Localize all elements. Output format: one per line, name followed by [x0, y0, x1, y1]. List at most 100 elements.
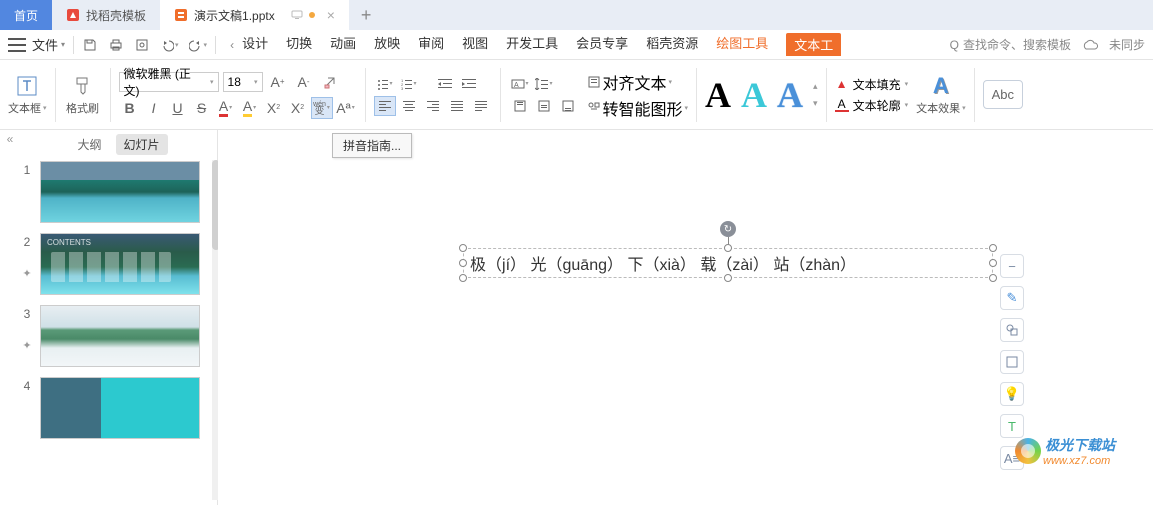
- valign-top-button[interactable]: [509, 96, 531, 116]
- tab-member[interactable]: 会员专享: [576, 33, 628, 56]
- side-tab-slides[interactable]: 幻灯片: [116, 134, 168, 155]
- superscript-button[interactable]: X2: [263, 97, 285, 119]
- tab-drawing-tools[interactable]: 绘图工具: [716, 33, 768, 56]
- slide-number: 3: [24, 307, 31, 321]
- resize-handle-bm[interactable]: [724, 274, 732, 282]
- align-right-button[interactable]: [422, 96, 444, 116]
- collapse-tool-icon[interactable]: −: [1000, 254, 1024, 278]
- font-name-select[interactable]: 微软雅黑 (正文)▾: [119, 72, 219, 92]
- tab-developer[interactable]: 开发工具: [506, 33, 558, 56]
- frame-tool-icon[interactable]: [1000, 350, 1024, 374]
- undo-button[interactable]: ▾: [160, 38, 179, 52]
- side-tab-outline[interactable]: 大纲: [69, 134, 109, 155]
- text-effect-button[interactable]: A 文本效果▾: [916, 74, 966, 116]
- increase-indent-button[interactable]: [458, 74, 480, 94]
- tab-animation[interactable]: 动画: [330, 33, 356, 56]
- subscript-button[interactable]: X2: [287, 97, 309, 119]
- tab-close-icon[interactable]: ×: [327, 7, 335, 23]
- tab-home[interactable]: 首页: [0, 0, 52, 30]
- font-name-value: 微软雅黑 (正文): [124, 65, 206, 99]
- align-distribute-button[interactable]: [470, 96, 492, 116]
- font-size-value: 18: [228, 75, 241, 89]
- align-text-button[interactable]: 对齐文本 ▾: [587, 70, 689, 94]
- cloud-sync-icon[interactable]: [1081, 38, 1099, 52]
- tab-transition[interactable]: 切换: [286, 33, 312, 56]
- redo-button[interactable]: ▾: [189, 38, 208, 52]
- slide-thumbnail-1[interactable]: [40, 161, 200, 223]
- resize-handle-tr[interactable]: [989, 244, 997, 252]
- italic-button[interactable]: I: [143, 97, 165, 119]
- grow-font-icon[interactable]: A+: [267, 71, 289, 93]
- slide-canvas[interactable]: 极 （jí） 光 （guāng） 下 （xià） 载 （zài） 站 （zhàn…: [218, 130, 1153, 505]
- resize-handle-bl[interactable]: [459, 274, 467, 282]
- bullets-button[interactable]: ▾: [374, 74, 396, 94]
- separator: [696, 68, 697, 122]
- print-icon[interactable]: [108, 37, 124, 53]
- smart-graphic-button[interactable]: 转智能图形 ▾: [587, 96, 689, 120]
- clear-format-icon[interactable]: [319, 71, 341, 93]
- hamburger-icon[interactable]: [8, 38, 26, 52]
- abc-style-preview[interactable]: Abc: [983, 80, 1023, 109]
- textbox-button[interactable]: 文本框▾: [8, 74, 47, 116]
- print-preview-icon[interactable]: [134, 37, 150, 53]
- tab-text-tools[interactable]: 文本工: [786, 33, 841, 56]
- shrink-font-icon[interactable]: A-: [293, 71, 315, 93]
- strikethrough-button[interactable]: S: [191, 97, 213, 119]
- pinyin-guide-button[interactable]: wén变▾: [311, 97, 333, 119]
- idea-tool-icon[interactable]: 💡: [1000, 382, 1024, 406]
- shape-tool-icon[interactable]: [1000, 318, 1024, 342]
- textbox-label: 文本框: [8, 100, 41, 116]
- pen-tool-icon[interactable]: ✎: [1000, 286, 1024, 310]
- file-menu[interactable]: 文件▾: [32, 35, 65, 54]
- highlight-color-button[interactable]: A▾: [239, 97, 261, 119]
- resize-handle-tl[interactable]: [459, 244, 467, 252]
- search-box[interactable]: Q 查找命令、搜索模板: [950, 36, 1071, 53]
- text-outline-button[interactable]: A文本轮廓▾: [835, 97, 909, 114]
- valign-middle-button[interactable]: [533, 96, 555, 116]
- wordart-style-2[interactable]: A: [741, 74, 767, 116]
- slide-thumbnail-4[interactable]: [40, 377, 200, 439]
- valign-bottom-button[interactable]: [557, 96, 579, 116]
- resize-handle-ml[interactable]: [459, 259, 467, 267]
- title-bar: 首页 找稻壳模板 演示文稿1.pptx × +: [0, 0, 1153, 30]
- tab-slideshow[interactable]: 放映: [374, 33, 400, 56]
- slide-thumbnail-3[interactable]: [40, 305, 200, 367]
- new-tab-button[interactable]: +: [349, 5, 384, 26]
- wordart-more-icon[interactable]: ▴▾: [813, 81, 818, 109]
- presentation-icon: [174, 8, 188, 22]
- collapse-sidebar-icon[interactable]: «: [0, 130, 20, 505]
- text-box-selected[interactable]: 极 （jí） 光 （guāng） 下 （xià） 载 （zài） 站 （zhàn…: [463, 248, 993, 278]
- rotate-handle[interactable]: ↻: [720, 221, 736, 237]
- tab-document[interactable]: 演示文稿1.pptx ×: [160, 0, 349, 30]
- bold-button[interactable]: B: [119, 97, 141, 119]
- resize-handle-tm[interactable]: [724, 244, 732, 252]
- tab-design[interactable]: 设计: [242, 33, 268, 56]
- ribbon-chevron-left-icon[interactable]: ‹: [230, 38, 234, 52]
- slide-number: 2: [24, 235, 31, 249]
- wordart-style-3[interactable]: A: [777, 74, 803, 116]
- align-justify-button[interactable]: [446, 96, 468, 116]
- wordart-style-1[interactable]: A: [705, 74, 731, 116]
- text-direction-button[interactable]: A▾: [509, 74, 531, 94]
- resize-handle-mr[interactable]: [989, 259, 997, 267]
- save-icon[interactable]: [82, 37, 98, 53]
- slide-thumbnail-2[interactable]: CONTENTS: [40, 233, 200, 295]
- text-fill-button[interactable]: ▲文本填充▾: [835, 76, 909, 93]
- format-painter-button[interactable]: 格式刷: [64, 74, 102, 116]
- decrease-indent-button[interactable]: [434, 74, 456, 94]
- tab-review[interactable]: 审阅: [418, 33, 444, 56]
- underline-button[interactable]: U: [167, 97, 189, 119]
- numbering-button[interactable]: 123▾: [398, 74, 420, 94]
- tab-view[interactable]: 视图: [462, 33, 488, 56]
- line-spacing-button[interactable]: ▾: [533, 74, 555, 94]
- pinyin-1: （jí）: [486, 251, 526, 275]
- tab-templates-label: 找稻壳模板: [86, 7, 146, 24]
- align-left-button[interactable]: [374, 96, 396, 116]
- change-case-button[interactable]: Aª▾: [335, 97, 357, 119]
- tab-docer[interactable]: 稻壳资源: [646, 33, 698, 56]
- align-center-button[interactable]: [398, 96, 420, 116]
- tab-templates[interactable]: 找稻壳模板: [52, 0, 160, 30]
- resize-handle-br[interactable]: [989, 274, 997, 282]
- font-color-button[interactable]: A▾: [215, 97, 237, 119]
- font-size-select[interactable]: 18▾: [223, 72, 263, 92]
